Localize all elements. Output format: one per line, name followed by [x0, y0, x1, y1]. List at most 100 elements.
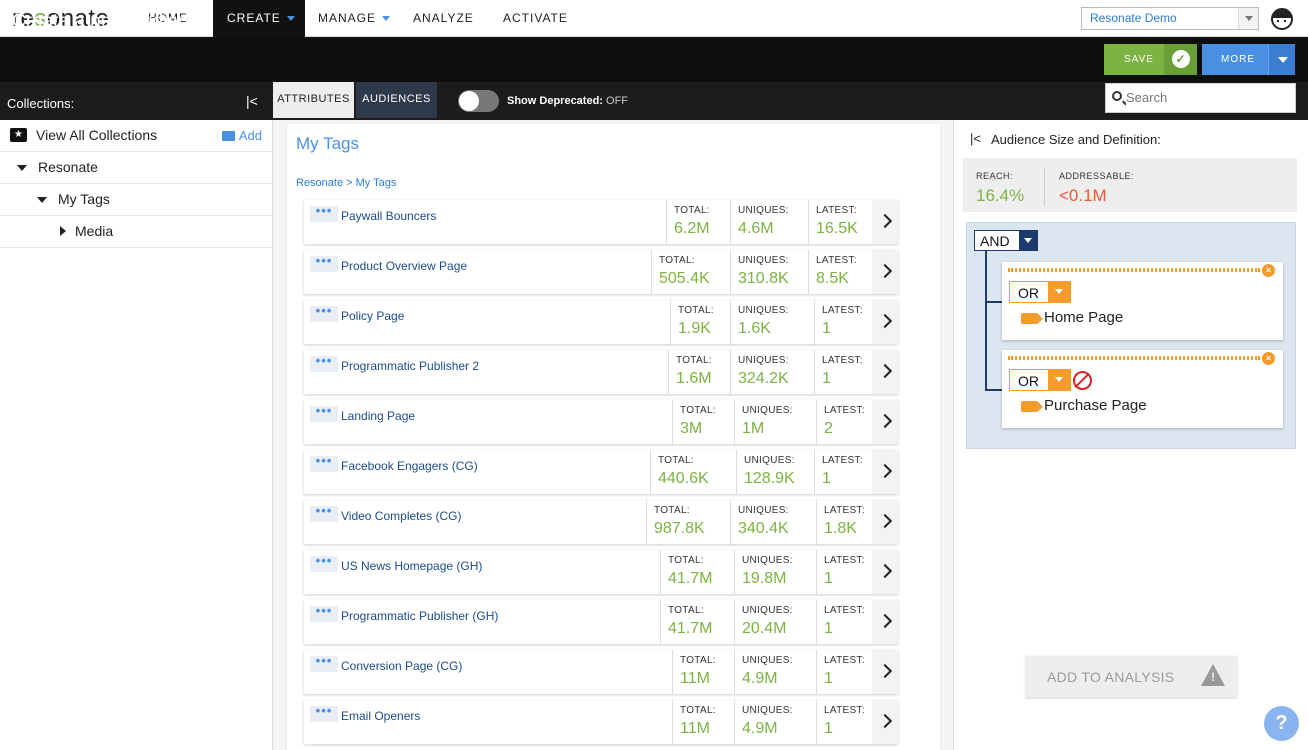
breadcrumb[interactable]: Resonate > My Tags — [296, 177, 396, 189]
tab-attributes[interactable]: ATTRIBUTES — [273, 82, 354, 118]
chevron-right-icon[interactable] — [872, 500, 898, 544]
tag-name[interactable]: US News Homepage (GH) — [341, 559, 482, 573]
stat-value: 16.5K — [816, 220, 858, 237]
stat-label: UNIQUES: — [738, 355, 789, 366]
tag-row[interactable]: ••• Policy Page TOTAL: 1.9K UNIQUES: 1.6K LATE… — [304, 300, 898, 344]
tag-row[interactable]: ••• Facebook Engagers (CG) TOTAL: 440.6K UNI… — [304, 450, 898, 494]
more-options-icon[interactable]: ••• — [310, 304, 338, 322]
tag-stat-total: TOTAL: 41.7M — [660, 600, 732, 644]
chevron-right-icon[interactable] — [872, 350, 898, 394]
more-options-icon[interactable]: ••• — [310, 654, 338, 672]
stat-label: TOTAL: — [668, 605, 704, 616]
chevron-right-icon[interactable] — [872, 700, 898, 744]
tag-name[interactable]: Video Completes (CG) — [341, 509, 462, 523]
tag-name[interactable]: Paywall Bouncers — [341, 209, 436, 223]
caret-down-icon[interactable] — [37, 197, 47, 203]
account-select[interactable]: Resonate Demo — [1081, 7, 1259, 30]
chevron-right-icon[interactable] — [872, 300, 898, 344]
condition-tag-name: Home Page — [1044, 309, 1124, 326]
nav-analyze[interactable]: ANALYZE — [413, 0, 474, 37]
chevron-right-icon[interactable] — [872, 650, 898, 694]
chevron-right-icon[interactable] — [872, 250, 898, 294]
drag-handle[interactable] — [1008, 268, 1260, 272]
stat-value: 11M — [680, 720, 710, 737]
tag-row[interactable]: ••• Programmatic Publisher 2 TOTAL: 1.6M UNI… — [304, 350, 898, 394]
more-options-icon[interactable]: ••• — [310, 404, 338, 422]
tag-row[interactable]: ••• Conversion Page (CG) TOTAL: 11M UNIQUES:… — [304, 650, 898, 694]
tag-name[interactable]: Conversion Page (CG) — [341, 659, 462, 673]
stat-value: 11M — [680, 670, 710, 687]
stat-label: LATEST: — [824, 505, 865, 516]
reach-summary: REACH: 16.4% ADDRESSABLE: <0.1M — [963, 158, 1297, 212]
tag-name[interactable]: Programmatic Publisher (GH) — [341, 609, 498, 623]
chevron-right-icon[interactable] — [872, 400, 898, 444]
user-avatar-icon[interactable] — [1271, 8, 1293, 30]
and-operator-select[interactable]: AND — [974, 230, 1038, 251]
tag-row[interactable]: ••• Paywall Bouncers TOTAL: 6.2M UNIQUES: 4.6… — [304, 200, 898, 244]
help-button[interactable]: ? — [1264, 706, 1299, 741]
drag-handle[interactable] — [1008, 356, 1260, 360]
view-all-collections[interactable]: ★ View All Collections Add — [0, 120, 272, 152]
or-operator-select[interactable]: OR — [1009, 281, 1071, 303]
stat-label: TOTAL: — [654, 505, 690, 516]
sidebar-item-media[interactable]: Media — [0, 216, 272, 248]
chevron-right-icon[interactable] — [872, 600, 898, 644]
tag-row[interactable]: ••• Product Overview Page TOTAL: 505.4K UNIQ… — [304, 250, 898, 294]
exclude-icon[interactable] — [1073, 371, 1092, 390]
more-options-icon[interactable]: ••• — [310, 604, 338, 622]
chevron-right-icon[interactable] — [872, 450, 898, 494]
tag-name[interactable]: Landing Page — [341, 409, 415, 423]
tag-stat-latest: LATEST: 1 — [814, 350, 874, 394]
add-collection-button[interactable]: Add — [221, 120, 262, 151]
remove-condition-icon[interactable]: × — [1262, 264, 1275, 277]
tag-stat-uniques: UNIQUES: 4.6M — [730, 200, 808, 244]
more-options-icon[interactable]: ••• — [310, 504, 338, 522]
more-options-icon[interactable]: ••• — [310, 354, 338, 372]
or-operator-select[interactable]: OR — [1009, 369, 1071, 391]
chevron-down-icon[interactable] — [1268, 44, 1295, 75]
tag-row[interactable]: ••• Email Openers TOTAL: 11M UNIQUES: 4.9M LAT… — [304, 700, 898, 744]
remove-condition-icon[interactable]: × — [1262, 352, 1275, 365]
chevron-right-icon[interactable] — [872, 200, 898, 244]
tag-stat-uniques: UNIQUES: 128.9K — [736, 450, 808, 494]
tag-name[interactable]: Programmatic Publisher 2 — [341, 359, 479, 373]
nav-create[interactable]: CREATE — [213, 0, 305, 37]
tag-row[interactable]: ••• Landing Page TOTAL: 3M UNIQUES: 1M LATEST:… — [304, 400, 898, 444]
stat-label: LATEST: — [816, 255, 857, 266]
stat-value: 1 — [824, 670, 833, 687]
collapse-left-icon[interactable]: |< — [970, 131, 981, 146]
more-options-icon[interactable]: ••• — [310, 704, 338, 722]
more-options-icon[interactable]: ••• — [310, 204, 338, 222]
tag-stat-uniques: UNIQUES: 310.8K — [730, 250, 808, 294]
more-options-icon[interactable]: ••• — [310, 254, 338, 272]
nav-activate[interactable]: ACTIVATE — [503, 0, 568, 37]
search-field[interactable] — [1105, 83, 1296, 113]
nav-manage[interactable]: MANAGE — [318, 0, 391, 37]
deprecated-toggle[interactable] — [458, 90, 499, 112]
add-to-analysis-button[interactable]: ADD TO ANALYSIS — [1026, 656, 1237, 697]
sidebar-item-resonate[interactable]: Resonate — [0, 152, 272, 184]
tag-name[interactable]: Email Openers — [341, 709, 420, 723]
more-options-icon[interactable]: ••• — [310, 454, 338, 472]
tag-name[interactable]: Product Overview Page — [341, 259, 467, 273]
stat-value: 505.4K — [659, 270, 710, 287]
search-input[interactable] — [1126, 90, 1286, 105]
chevron-right-icon[interactable] — [872, 550, 898, 594]
more-button[interactable]: MORE — [1202, 44, 1295, 75]
more-options-icon[interactable]: ••• — [310, 554, 338, 572]
tab-audiences[interactable]: AUDIENCES — [356, 82, 437, 118]
tag-stat-total: TOTAL: 987.8K — [646, 500, 732, 544]
caret-right-icon[interactable] — [60, 226, 66, 236]
collapse-left-icon[interactable]: |< — [246, 93, 258, 109]
tag-row[interactable]: ••• US News Homepage (GH) TOTAL: 41.7M UNIQU… — [304, 550, 898, 594]
tag-row[interactable]: ••• Programmatic Publisher (GH) TOTAL: 41.7… — [304, 600, 898, 644]
condition-card: × OR Purchase Page — [1002, 350, 1283, 428]
tag-row[interactable]: ••• Video Completes (CG) TOTAL: 987.8K UNIQU… — [304, 500, 898, 544]
caret-down-icon[interactable] — [17, 165, 27, 171]
tag-name[interactable]: Policy Page — [341, 309, 404, 323]
stat-value: 4.6M — [738, 220, 774, 237]
save-button[interactable]: SAVE — [1104, 44, 1197, 75]
sidebar-item-my-tags[interactable]: My Tags — [0, 184, 272, 216]
tag-name[interactable]: Facebook Engagers (CG) — [341, 459, 478, 473]
tag-stat-latest: LATEST: 1 — [816, 600, 876, 644]
